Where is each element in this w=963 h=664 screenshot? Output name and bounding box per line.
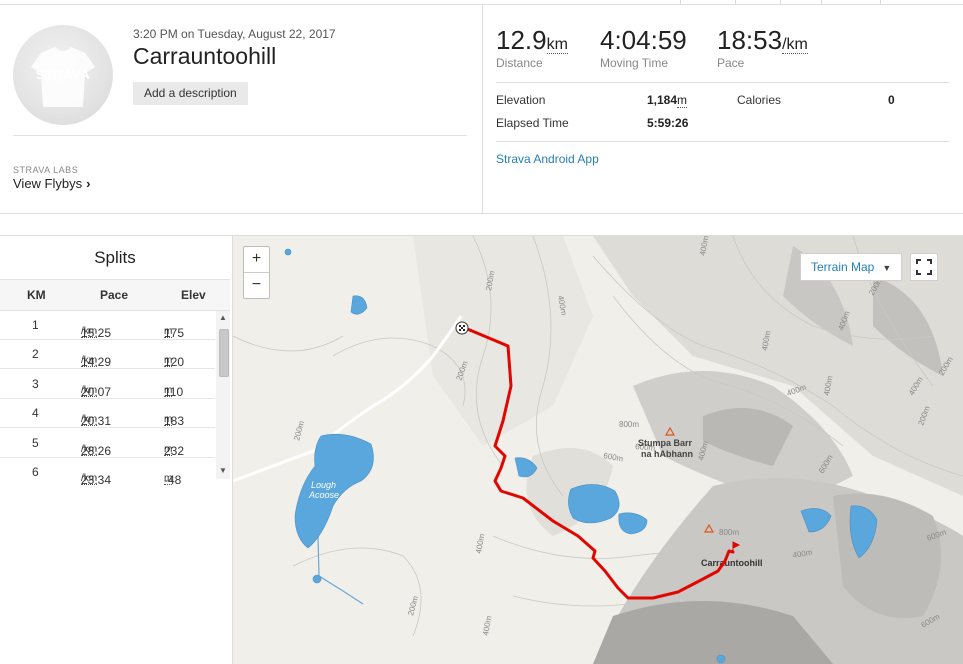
splits-scrollbar[interactable]: ▲ ▼	[216, 311, 230, 479]
split-pace-unit: /km	[81, 444, 98, 456]
moving-time-value: 4:04:59	[600, 25, 687, 55]
split-row: 3 20:07 /km 110 m	[0, 369, 215, 399]
peak-label-stumpa-2: na hAbhann	[641, 449, 693, 459]
acoose-label: Acoose	[308, 490, 339, 500]
split-elev-unit: m	[164, 355, 173, 367]
split-elev-unit: m	[164, 414, 173, 426]
split-row: 4 20:31 /km 183 m	[0, 398, 215, 428]
pace-unit: /km	[782, 36, 808, 54]
split-km: 5	[32, 436, 39, 450]
top-tab-divider	[735, 0, 736, 4]
header-elev: Elev	[181, 288, 206, 302]
stat-pace: 18:53/km Pace	[717, 25, 808, 70]
top-tab-divider	[880, 0, 881, 4]
header-pace: Pace	[100, 288, 129, 302]
terrain-map-canvas[interactable]: 400m 200m 200m 400m 200m 400m 600m 800m …	[233, 236, 963, 664]
top-tab-divider	[780, 0, 781, 4]
caret-down-icon: ▼	[882, 263, 892, 273]
avatar-brand-text: STRAVA	[35, 67, 91, 82]
route-map[interactable]: 400m 200m 200m 400m 200m 400m 600m 800m …	[233, 235, 963, 664]
top-tab-divider	[680, 0, 681, 4]
elapsed-time-value: 5:59:26	[647, 116, 689, 130]
contour-label: 800m	[719, 528, 739, 537]
calories-value: 0	[888, 93, 895, 107]
split-elev-unit: m	[164, 444, 173, 456]
scroll-down-icon[interactable]: ▼	[219, 466, 227, 475]
elevation-unit: m	[677, 93, 688, 108]
split-elev-unit: m	[164, 473, 173, 485]
calories-label: Calories	[737, 93, 782, 107]
fullscreen-button[interactable]	[910, 253, 938, 281]
distance-label: Distance	[496, 56, 543, 70]
split-pace-unit: /km	[81, 473, 98, 485]
peak-label-stumpa: Stumpa Barr	[638, 438, 693, 448]
split-row: 5 28:26 /km 232 m	[0, 428, 215, 458]
zoom-out-button[interactable]: −	[244, 273, 269, 298]
split-km: 1	[32, 318, 39, 332]
device-link[interactable]: Strava Android App	[496, 152, 599, 166]
stats-divider	[496, 82, 949, 83]
fullscreen-icon	[916, 259, 932, 275]
stats-divider-2	[496, 141, 949, 142]
elevation-number: 1,184	[647, 93, 678, 107]
elevation-label: Elevation	[496, 93, 546, 107]
stat-distance: 12.9km Distance	[496, 25, 568, 70]
split-pace-unit: /km	[81, 414, 98, 426]
lake-small	[568, 484, 620, 524]
splits-title: Splits	[94, 248, 136, 267]
contour-label: 800m	[619, 420, 639, 429]
lake-pond	[312, 574, 322, 584]
split-km: 4	[32, 406, 39, 420]
activity-header: STRAVA 3:20 PM on Tuesday, August 22, 20…	[0, 5, 483, 213]
view-flybys-label: View Flybys	[13, 176, 83, 191]
elapsed-time-label: Elapsed Time	[496, 116, 569, 130]
route-start-icon	[455, 321, 469, 335]
map-type-dropdown[interactable]: Terrain Map ▼	[800, 253, 903, 281]
peak-label-summit: Carrauntoohill	[701, 558, 763, 568]
split-km: 6	[32, 465, 39, 479]
view-flybys-link[interactable]: View Flybys ›	[13, 176, 90, 191]
split-elev-unit: m	[164, 385, 173, 397]
activity-summary: STRAVA 3:20 PM on Tuesday, August 22, 20…	[0, 5, 963, 214]
lake-pond	[716, 654, 726, 664]
split-pace-unit: /km	[81, 385, 98, 397]
add-description-button[interactable]: Add a description	[133, 82, 248, 105]
distance-value: 12.9	[496, 25, 547, 55]
activity-title: Carrauntoohill	[133, 43, 277, 69]
stat-moving-time: 4:04:59 Moving Time	[600, 25, 687, 70]
chevron-right-icon: ›	[86, 176, 91, 191]
strava-labs-label: STRAVA LABS	[13, 165, 79, 175]
split-pace-unit: /km	[81, 326, 98, 338]
split-elev-unit: m	[164, 326, 173, 338]
elevation-value: 1,184m	[647, 93, 688, 108]
split-km: 2	[32, 347, 39, 361]
lough-label: Lough	[311, 480, 336, 490]
zoom-control: + −	[243, 246, 270, 299]
moving-time-label: Moving Time	[600, 56, 669, 70]
top-tab-divider	[821, 0, 822, 4]
split-row: 2 14:29 /km 120 m	[0, 339, 215, 369]
splits-header: KM Pace Elev	[0, 279, 230, 311]
splits-panel: Splits KM Pace Elev 1 15:25 /km 175 m 2 …	[0, 235, 233, 664]
scrollbar-thumb[interactable]	[219, 329, 229, 377]
zoom-in-button[interactable]: +	[244, 247, 269, 273]
map-type-label: Terrain Map	[811, 260, 875, 274]
scroll-up-icon[interactable]: ▲	[219, 313, 227, 322]
split-row: 1 15:25 /km 175 m	[0, 310, 215, 340]
avatar[interactable]: STRAVA	[13, 25, 113, 125]
header-km: KM	[27, 288, 46, 302]
split-km: 3	[32, 377, 39, 391]
pace-value: 18:53	[717, 25, 783, 55]
split-row: 6 23:34 /km -48 m	[0, 457, 215, 487]
activity-date: 3:20 PM on Tuesday, August 22, 2017	[133, 27, 336, 41]
activity-stats: 12.9km Distance 4:04:59 Moving Time 18:5…	[496, 5, 949, 213]
lake-pond	[284, 248, 292, 256]
distance-unit: km	[546, 36, 568, 54]
header-divider	[13, 135, 467, 136]
split-pace-unit: /km	[81, 355, 98, 367]
pace-label: Pace	[717, 56, 745, 70]
